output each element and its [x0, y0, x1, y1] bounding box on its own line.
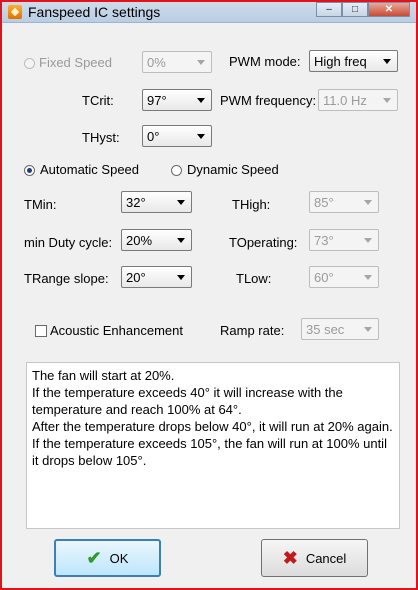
tmin-select[interactable]: 32°	[121, 191, 192, 213]
tcrit-value: 97°	[147, 93, 167, 108]
description-line: After the temperature drops below 40°, i…	[32, 419, 393, 434]
thyst-label: THyst:	[82, 130, 120, 145]
dialog-window: Fanspeed IC settings – □ ✕ Fixed Speed 0…	[0, 0, 418, 590]
fan-app-icon	[8, 5, 22, 19]
chevron-down-icon	[197, 134, 205, 139]
pwm-mode-value: High freq	[314, 54, 367, 69]
tlow-select[interactable]: 60°	[309, 266, 379, 288]
trange-value: 20°	[126, 270, 146, 285]
pwm-mode-label: PWM mode:	[229, 54, 301, 69]
maximize-button[interactable]: □	[342, 2, 368, 17]
window-controls: – □ ✕	[316, 2, 410, 17]
chevron-down-icon	[383, 59, 391, 64]
fixed-speed-select[interactable]: 0%	[142, 51, 212, 73]
checkmark-icon: ✔	[86, 547, 102, 568]
min-duty-value: 20%	[126, 233, 153, 248]
automatic-speed-radio[interactable]	[24, 165, 35, 176]
dynamic-speed-radio[interactable]	[171, 165, 182, 176]
chevron-down-icon	[364, 238, 372, 243]
ok-button[interactable]: ✔ OK	[54, 539, 161, 577]
fixed-speed-radio[interactable]	[24, 58, 35, 69]
ok-button-label: OK	[109, 550, 129, 566]
cancel-button[interactable]: ✖ Cancel	[261, 539, 368, 577]
pwm-frequency-label: PWM frequency:	[220, 93, 317, 108]
title-bar[interactable]: Fanspeed IC settings – □ ✕	[2, 2, 416, 23]
chevron-down-icon	[197, 98, 205, 103]
acoustic-enhancement-checkbox[interactable]	[35, 325, 47, 337]
chevron-down-icon	[177, 200, 185, 205]
pwm-mode-select[interactable]: High freq	[309, 50, 398, 72]
thigh-select[interactable]: 85°	[309, 191, 379, 213]
toperating-select[interactable]: 73°	[309, 229, 379, 251]
chevron-down-icon	[364, 200, 372, 205]
chevron-down-icon	[383, 98, 391, 103]
tmin-label: TMin:	[24, 197, 57, 212]
chevron-down-icon	[364, 327, 372, 332]
description-textbox: The fan will start at 20%. If the temper…	[26, 362, 400, 529]
tlow-value: 60°	[314, 270, 334, 285]
min-duty-label: min Duty cycle:	[24, 235, 113, 250]
tmin-value: 32°	[126, 195, 146, 210]
description-line: If the temperature exceeds 40° it will i…	[32, 385, 343, 417]
close-button[interactable]: ✕	[368, 2, 410, 17]
thyst-value: 0°	[147, 129, 160, 144]
pwm-frequency-select[interactable]: 11.0 Hz	[318, 89, 398, 111]
trange-label: TRange slope:	[24, 271, 109, 286]
pwm-frequency-value: 11.0 Hz	[323, 93, 367, 108]
tcrit-label: TCrit:	[82, 93, 114, 108]
ramp-rate-value: 35 sec	[306, 322, 345, 337]
description-line: If the temperature exceeds 105°, the fan…	[32, 436, 387, 468]
thyst-select[interactable]: 0°	[142, 125, 212, 147]
acoustic-enhancement-label: Acoustic Enhancement	[50, 323, 183, 338]
automatic-speed-label: Automatic Speed	[40, 162, 140, 177]
window-title: Fanspeed IC settings	[28, 4, 161, 20]
tcrit-select[interactable]: 97°	[142, 89, 212, 111]
toperating-value: 73°	[314, 233, 334, 248]
tlow-label: TLow:	[236, 271, 272, 286]
ramp-rate-select[interactable]: 35 sec	[301, 318, 379, 340]
thigh-value: 85°	[314, 195, 334, 210]
chevron-down-icon	[197, 60, 205, 65]
toperating-label: TOperating:	[229, 235, 298, 250]
cancel-button-label: Cancel	[305, 550, 347, 566]
chevron-down-icon	[177, 275, 185, 280]
trange-select[interactable]: 20°	[121, 266, 192, 288]
chevron-down-icon	[177, 238, 185, 243]
fixed-speed-label: Fixed Speed	[39, 55, 112, 70]
chevron-down-icon	[364, 275, 372, 280]
x-icon: ✖	[282, 547, 298, 568]
description-line: The fan will start at 20%.	[32, 368, 175, 383]
fixed-speed-value: 0%	[147, 55, 166, 70]
ramp-rate-label: Ramp rate:	[220, 323, 285, 338]
minimize-button[interactable]: –	[316, 2, 342, 17]
thigh-label: THigh:	[232, 197, 271, 212]
dynamic-speed-label: Dynamic Speed	[187, 162, 279, 177]
min-duty-select[interactable]: 20%	[121, 229, 192, 251]
